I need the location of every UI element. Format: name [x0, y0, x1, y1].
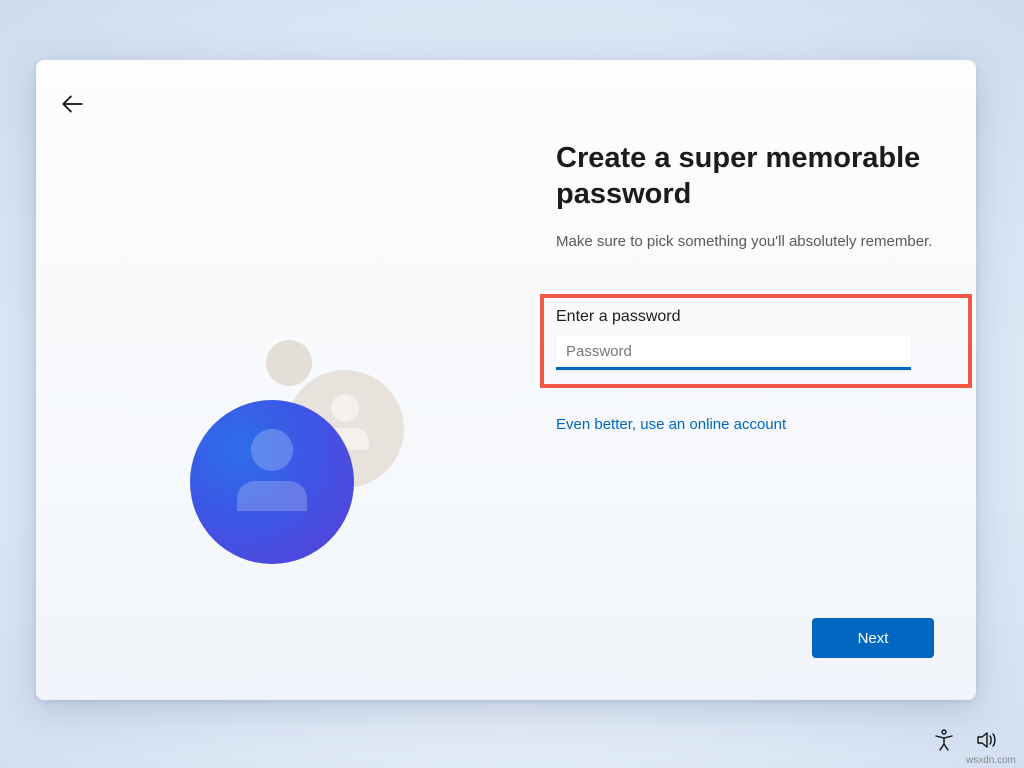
user-illustration	[186, 340, 416, 570]
page-subtitle: Make sure to pick something you'll absol…	[556, 231, 956, 253]
setup-card: Create a super memorable password Make s…	[36, 60, 976, 700]
accessibility-icon[interactable]	[932, 728, 956, 752]
decorative-dot	[266, 340, 312, 386]
form-content: Create a super memorable password Make s…	[556, 140, 956, 434]
password-input[interactable]	[556, 336, 911, 370]
arrow-left-icon	[59, 91, 85, 117]
back-button[interactable]	[56, 88, 88, 120]
volume-icon[interactable]	[974, 728, 998, 752]
password-label: Enter a password	[556, 308, 956, 326]
page-title: Create a super memorable password	[556, 140, 956, 213]
online-account-link[interactable]: Even better, use an online account	[556, 416, 786, 433]
watermark-text: wsxdn.com	[966, 755, 1016, 766]
password-field-highlight: Enter a password	[540, 294, 972, 388]
person-icon-front	[190, 400, 354, 564]
next-button[interactable]: Next	[812, 618, 934, 658]
system-tray	[932, 728, 998, 752]
